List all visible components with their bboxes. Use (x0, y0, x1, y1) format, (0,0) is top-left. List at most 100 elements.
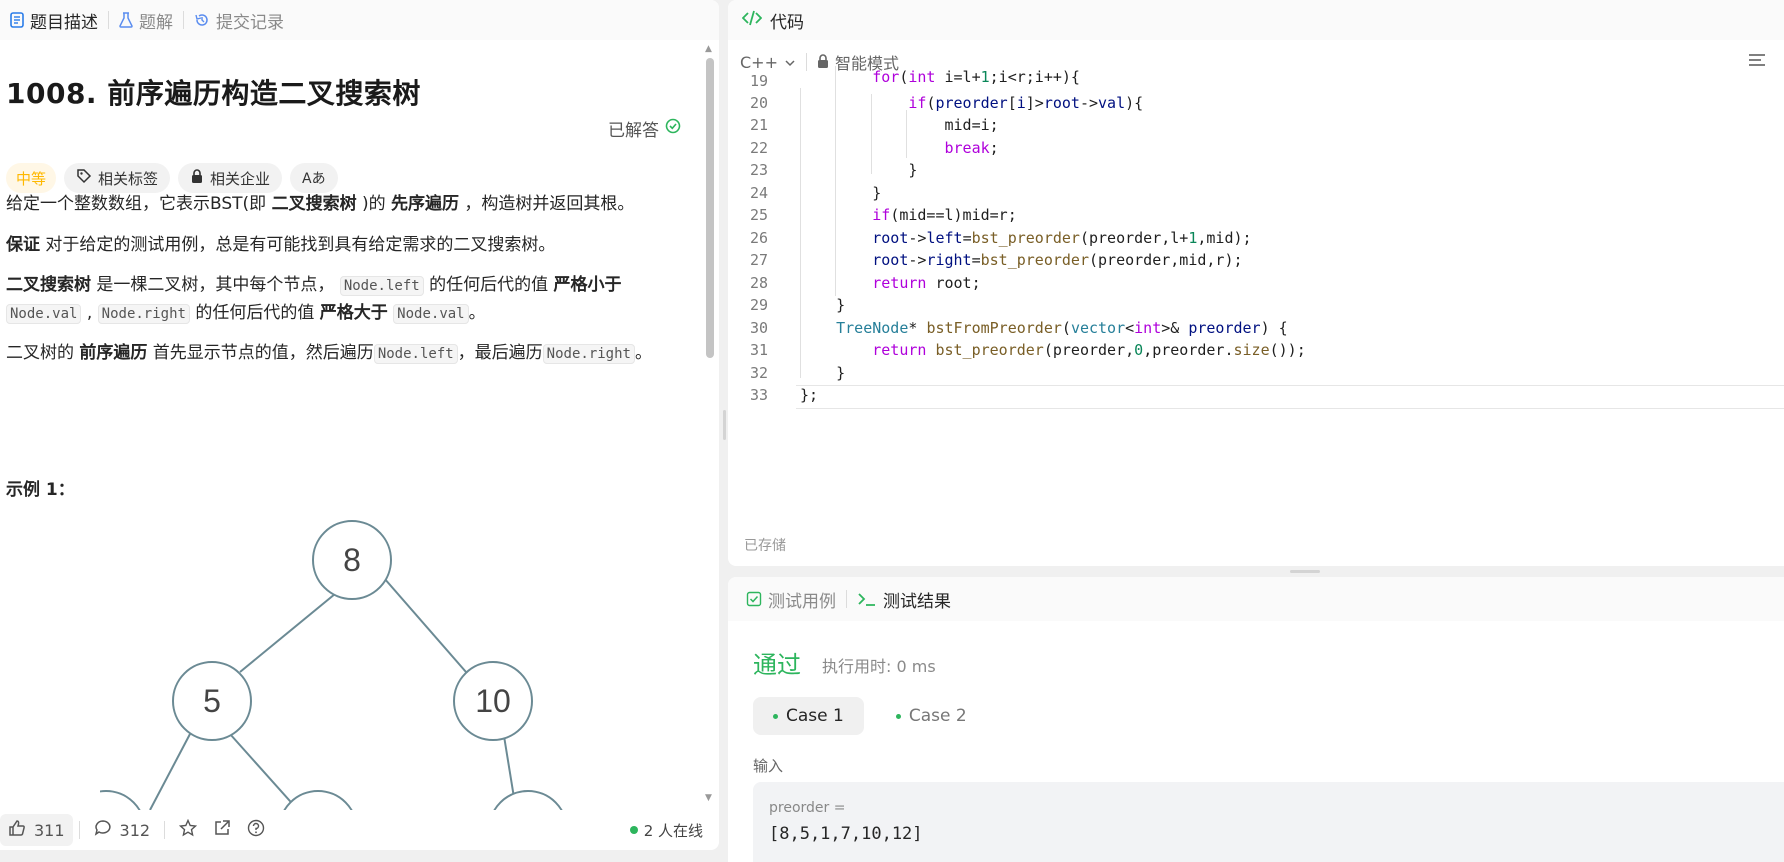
input-label: 输入 (753, 757, 784, 775)
code-line: return root; (872, 274, 981, 292)
online-label: 2 人在线 (643, 821, 703, 840)
problem-panel: 题目描述 题解 提交记录 1008. 前序遍历构造二叉搜索树 已解答 中等 相关… (0, 0, 719, 850)
code-line: if(preorder[i]>root->val){ (908, 94, 1144, 112)
pass-dot (773, 713, 778, 719)
comment-count: 312 (119, 820, 151, 840)
example-title: 示例 1： (6, 480, 75, 500)
translate-icon: Aあ (302, 171, 326, 187)
code-icon (741, 10, 763, 31)
example-tree-image: 8 5 10 (100, 520, 563, 810)
scroll-down-arrow[interactable]: ▼ (705, 793, 712, 803)
case-label: Case 2 (908, 706, 967, 726)
text: 对于给定的测试用例，总是有可能找到具有给定需求的二叉搜索树。 (40, 235, 556, 255)
tree-node-label: 10 (475, 683, 511, 719)
code-line: root->right=bst_preorder(preorder,mid,r)… (872, 251, 1243, 269)
case-2-tab[interactable]: Case 2 (876, 697, 987, 735)
tab-solutions[interactable]: 题解 (109, 0, 183, 40)
case-1-tab[interactable]: Case 1 (753, 697, 864, 735)
line-number: 32 (749, 364, 768, 382)
tab-description-label: 题目描述 (30, 12, 98, 33)
tree-node (100, 790, 141, 810)
question-icon (247, 819, 265, 841)
inline-code: Node.val (393, 304, 469, 324)
text: , (81, 303, 98, 323)
share-button[interactable] (205, 814, 239, 846)
editor-title: 代码 (770, 12, 804, 33)
resize-handle[interactable] (1290, 570, 1320, 573)
like-button[interactable]: 311 (0, 814, 73, 846)
code-line: }; (800, 386, 819, 404)
case-label: Case 1 (786, 706, 844, 726)
scroll-up-arrow[interactable]: ▲ (705, 44, 712, 54)
bold-text: 前序遍历 (79, 343, 148, 363)
bold-text: 二叉搜索树 (6, 275, 91, 295)
solved-status[interactable]: 已解答 (608, 116, 681, 141)
tab-result[interactable]: 测试结果 (847, 579, 961, 619)
inline-code: Node.right (97, 304, 190, 324)
favorite-button[interactable] (171, 814, 205, 846)
text: 首先显示节点的值，然后遍历 (147, 343, 374, 363)
checkbox-icon (746, 591, 762, 607)
description-paragraph-3: 二叉搜索树 是一棵二叉树，其中每个节点， Node.left 的任何后代的值 严… (6, 272, 621, 328)
code-line: if(mid==l)mid=r; (872, 206, 1017, 224)
help-button[interactable] (239, 814, 273, 846)
check-circle-icon (665, 118, 681, 139)
text: 。 (468, 303, 486, 323)
share-icon (213, 819, 231, 841)
line-number: 25 (749, 206, 768, 224)
thumbs-up-icon (8, 819, 26, 841)
online-dot (629, 826, 638, 834)
code-line: } (800, 184, 882, 202)
resize-handle[interactable] (723, 410, 726, 440)
text: )的 (356, 194, 392, 214)
code-line: } (800, 364, 846, 382)
problem-title: 1008. 前序遍历构造二叉搜索树 (6, 77, 421, 110)
star-icon (178, 818, 198, 841)
code-editor-panel: 代码 C++ 智能模式 19 20 21 22 23 24 25 26 27 2… (728, 0, 1784, 566)
history-icon (194, 12, 210, 28)
comment-icon (94, 819, 112, 841)
line-number: 26 (749, 229, 768, 247)
menu-icon[interactable] (1748, 52, 1766, 72)
line-number: 30 (749, 319, 768, 337)
related-topics-button[interactable]: 相关标签 (64, 163, 171, 193)
language-select[interactable]: C++ (728, 53, 796, 72)
code-line: } (800, 161, 918, 179)
tab-testcase[interactable]: 测试用例 (728, 579, 846, 619)
tab-submissions[interactable]: 提交记录 (184, 0, 294, 40)
tab-submissions-label: 提交记录 (216, 12, 284, 33)
divider (164, 821, 166, 839)
bold-text: 保证 (6, 235, 40, 255)
translate-button[interactable]: Aあ (290, 163, 338, 193)
description-icon (10, 12, 24, 28)
inline-code: Node.val (6, 304, 82, 324)
text: 给定一个整数数组，它表示BST(即 (6, 194, 272, 214)
tree-node-label: 8 (343, 542, 361, 578)
related-companies-button[interactable]: 相关企业 (178, 163, 283, 193)
online-count: 2 人在线 (629, 820, 703, 841)
text: ，最后遍历 (457, 343, 543, 363)
related-companies-label: 相关企业 (210, 169, 271, 188)
tab-solutions-label: 题解 (139, 12, 173, 33)
runtime-label: 执行用时: 0 ms (822, 657, 936, 676)
line-number: 24 (749, 184, 768, 202)
text: 二叉树的 (6, 343, 80, 363)
line-number: 21 (749, 116, 768, 134)
tree-node-label: 5 (203, 683, 221, 719)
solved-label: 已解答 (608, 121, 659, 141)
line-number: 23 (749, 161, 768, 179)
line-number: 29 (749, 296, 768, 314)
tree-node (493, 790, 563, 810)
description-paragraph-2: 保证 对于给定的测试用例，总是有可能找到具有给定需求的二叉搜索树。 (6, 232, 555, 259)
saved-status: 已存储 (744, 538, 786, 554)
line-number: 20 (749, 94, 768, 112)
scrollbar-thumb[interactable] (706, 58, 714, 358)
tab-description[interactable]: 题目描述 (0, 0, 108, 40)
variable-name: preorder = (769, 800, 846, 816)
inline-code: Node.right (542, 344, 635, 364)
text: 是一棵二叉树，其中每个节点， (91, 275, 335, 295)
comments-button[interactable]: 312 (86, 814, 159, 846)
pass-dot (895, 713, 901, 719)
line-number: 19 (749, 72, 768, 90)
tab-testcase-label: 测试用例 (768, 591, 836, 612)
